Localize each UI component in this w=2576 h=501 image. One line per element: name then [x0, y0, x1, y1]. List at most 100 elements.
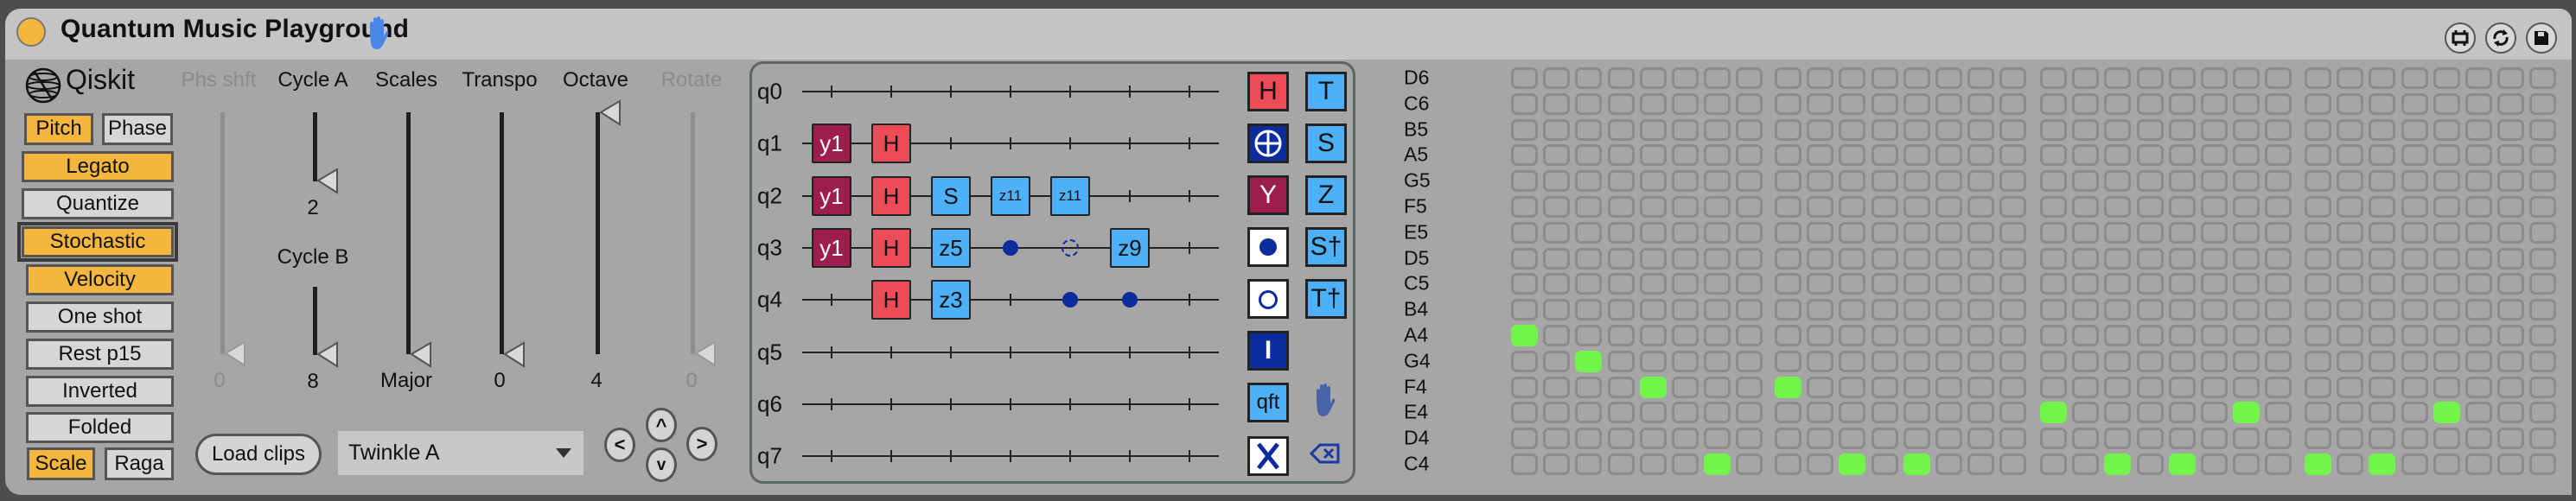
- note-cell[interactable]: [2337, 402, 2364, 424]
- note-cell[interactable]: [2465, 118, 2492, 141]
- note-cell[interactable]: [2136, 299, 2164, 321]
- note-cell[interactable]: [2465, 67, 2492, 89]
- note-cell[interactable]: [2337, 196, 2364, 218]
- note-cell[interactable]: [2104, 247, 2132, 270]
- note-cell[interactable]: [2369, 247, 2396, 270]
- note-cell[interactable]: [2497, 299, 2525, 321]
- note-cell[interactable]: [2040, 350, 2067, 372]
- note-cell[interactable]: [1575, 453, 1603, 475]
- note-cell[interactable]: [2529, 247, 2557, 270]
- note-cell[interactable]: [1672, 196, 1699, 218]
- note-cell[interactable]: [1639, 299, 1667, 321]
- note-cell[interactable]: [2201, 144, 2228, 167]
- note-cell[interactable]: [2433, 350, 2460, 372]
- note-cell[interactable]: [2072, 144, 2100, 167]
- note-cell[interactable]: [2529, 273, 2557, 295]
- note-cell[interactable]: [1672, 247, 1699, 270]
- note-cell[interactable]: [2465, 325, 2492, 346]
- note-cell[interactable]: [2369, 170, 2396, 193]
- note-cell[interactable]: [1704, 325, 1731, 346]
- note-cell[interactable]: [1704, 350, 1731, 372]
- note-cell[interactable]: [1511, 247, 1538, 270]
- note-cell[interactable]: [2104, 273, 2132, 295]
- note-cell[interactable]: [2401, 273, 2428, 295]
- note-cell[interactable]: [2104, 428, 2132, 450]
- note-cell[interactable]: [2136, 196, 2164, 218]
- note-cell[interactable]: [1639, 196, 1667, 218]
- note-cell[interactable]: [2265, 92, 2292, 115]
- note-cell[interactable]: [2168, 118, 2196, 141]
- note-cell[interactable]: [1543, 299, 1571, 321]
- note-cell[interactable]: [1871, 453, 1898, 475]
- note-cell[interactable]: [1543, 170, 1571, 193]
- note-cell[interactable]: [1839, 376, 1866, 398]
- note-cell[interactable]: [1543, 453, 1571, 475]
- note-cell[interactable]: [2040, 376, 2067, 398]
- note-cell[interactable]: [2529, 67, 2557, 89]
- note-cell[interactable]: [1639, 325, 1667, 346]
- note-cell[interactable]: [1736, 196, 1763, 218]
- note-cell[interactable]: [2265, 67, 2292, 89]
- note-cell[interactable]: [2433, 144, 2460, 167]
- note-cell[interactable]: [2305, 350, 2331, 372]
- note-cell[interactable]: [1999, 350, 2027, 372]
- note-cell[interactable]: [2265, 428, 2292, 450]
- note-cell[interactable]: [2529, 221, 2557, 244]
- note-cell[interactable]: [2369, 118, 2396, 141]
- note-cell[interactable]: [1935, 325, 1962, 346]
- note-cell[interactable]: [2465, 350, 2492, 372]
- note-cell[interactable]: [1575, 428, 1603, 450]
- note-cell[interactable]: [2465, 273, 2492, 295]
- note-cell[interactable]: [2337, 273, 2364, 295]
- note-cell[interactable]: [1511, 299, 1538, 321]
- note-cell[interactable]: [2529, 144, 2557, 167]
- note-cell[interactable]: [1704, 67, 1731, 89]
- note-cell[interactable]: [1736, 170, 1763, 193]
- note-cell[interactable]: [1903, 221, 1930, 244]
- note-cell-active[interactable]: [1639, 376, 1667, 398]
- note-cell[interactable]: [1775, 325, 1801, 346]
- note-cell[interactable]: [2305, 402, 2331, 424]
- note-cell[interactable]: [2497, 350, 2525, 372]
- note-cell[interactable]: [2265, 221, 2292, 244]
- note-cell[interactable]: [1999, 170, 2027, 193]
- note-cell[interactable]: [1935, 67, 1962, 89]
- note-cell[interactable]: [1903, 118, 1930, 141]
- note-cell[interactable]: [1607, 221, 1635, 244]
- note-cell[interactable]: [1935, 247, 1962, 270]
- note-cell[interactable]: [2168, 67, 2196, 89]
- note-cell[interactable]: [1935, 144, 1962, 167]
- note-cell[interactable]: [2401, 170, 2428, 193]
- note-cell[interactable]: [2072, 273, 2100, 295]
- note-cell[interactable]: [1967, 67, 1995, 89]
- note-cell[interactable]: [1871, 299, 1898, 321]
- note-cell[interactable]: [1511, 350, 1538, 372]
- note-cell[interactable]: [1639, 273, 1667, 295]
- note-cell[interactable]: [1807, 196, 1834, 218]
- note-cell[interactable]: [1807, 118, 1834, 141]
- note-cell[interactable]: [1807, 376, 1834, 398]
- note-cell[interactable]: [1871, 144, 1898, 167]
- note-cell[interactable]: [1543, 376, 1571, 398]
- note-cell[interactable]: [2337, 453, 2364, 475]
- note-cell[interactable]: [1999, 118, 2027, 141]
- note-cell[interactable]: [1736, 221, 1763, 244]
- note-cell[interactable]: [2433, 273, 2460, 295]
- note-cell[interactable]: [1903, 170, 1930, 193]
- note-cell-active[interactable]: [2305, 453, 2331, 475]
- note-cell[interactable]: [1607, 402, 1635, 424]
- note-cell[interactable]: [2529, 402, 2557, 424]
- note-cell[interactable]: [1575, 247, 1603, 270]
- note-cell[interactable]: [2201, 325, 2228, 346]
- note-cell[interactable]: [1775, 273, 1801, 295]
- note-cell[interactable]: [1575, 273, 1603, 295]
- note-cell[interactable]: [1967, 428, 1995, 450]
- note-cell[interactable]: [1639, 428, 1667, 450]
- note-cell[interactable]: [1543, 402, 1571, 424]
- note-cell[interactable]: [2265, 273, 2292, 295]
- note-cell[interactable]: [1607, 118, 1635, 141]
- note-cell[interactable]: [2401, 67, 2428, 89]
- note-cell[interactable]: [2201, 170, 2228, 193]
- note-cell[interactable]: [2201, 118, 2228, 141]
- note-cell[interactable]: [2337, 92, 2364, 115]
